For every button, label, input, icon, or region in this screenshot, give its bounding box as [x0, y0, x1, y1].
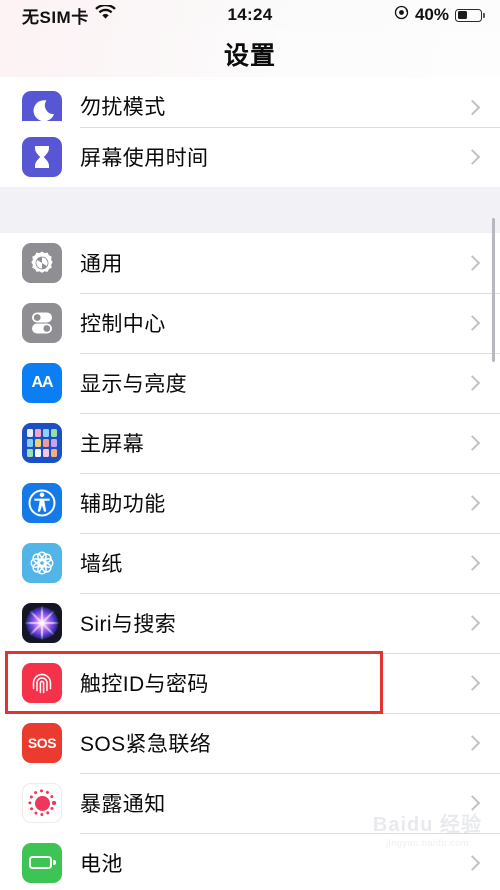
settings-row-home-screen[interactable]: 主屏幕	[0, 413, 500, 473]
settings-row-touch-id-passcode[interactable]: 触控ID与密码	[0, 653, 500, 713]
chevron-right-icon	[464, 675, 481, 691]
settings-row-label: 暴露通知	[80, 793, 166, 816]
vertical-scrollbar[interactable]	[491, 218, 495, 362]
settings-row-label: 通用	[80, 253, 123, 276]
settings-group-1: 勿扰模式 屏幕使用时间	[0, 77, 500, 187]
moon-icon	[22, 91, 62, 121]
chevron-right-icon	[464, 435, 481, 451]
settings-row-label: 控制中心	[80, 313, 166, 336]
battery-icon	[22, 843, 62, 883]
settings-row-do-not-disturb[interactable]: 勿扰模式	[0, 77, 500, 127]
chevron-right-icon	[464, 555, 481, 571]
flower-icon	[22, 543, 62, 583]
settings-group-divider	[0, 187, 500, 233]
iphone-settings-screen: 无SIM卡 14:24 40% 设置 勿扰模式 屏幕使用时间 通用 控制中心 A…	[0, 0, 500, 890]
rotation-lock-icon	[394, 5, 409, 25]
status-bar: 无SIM卡 14:24 40%	[0, 0, 500, 30]
siri-orb-icon	[22, 603, 62, 643]
aa-icon-label: AA	[31, 374, 53, 391]
sos-icon-label: SOS	[27, 735, 57, 751]
chevron-right-icon	[464, 855, 481, 871]
settings-row-exposure-notifications[interactable]: 暴露通知	[0, 773, 500, 833]
settings-row-label: 墙纸	[80, 553, 123, 576]
settings-row-display-brightness[interactable]: AA 显示与亮度	[0, 353, 500, 413]
settings-row-label: 主屏幕	[80, 433, 145, 456]
settings-row-label: 显示与亮度	[80, 373, 187, 396]
settings-row-wallpaper[interactable]: 墙纸	[0, 533, 500, 593]
battery-icon	[455, 8, 485, 22]
hourglass-icon	[22, 137, 62, 177]
aa-text-icon: AA	[22, 363, 62, 403]
chevron-right-icon	[464, 735, 481, 751]
settings-scroll-area[interactable]: 勿扰模式 屏幕使用时间 通用 控制中心 AA 显示与亮度 主屏幕 辅助功能 墙纸…	[0, 77, 500, 890]
settings-row-siri-search[interactable]: Siri与搜索	[0, 593, 500, 653]
clock-label: 14:24	[227, 5, 273, 24]
battery-percent-label: 40%	[414, 5, 449, 24]
settings-row-label: SOS紧急联络	[80, 733, 212, 756]
page-title: 设置	[223, 41, 276, 70]
chevron-right-icon	[464, 375, 481, 391]
chevron-right-icon	[464, 99, 481, 116]
settings-row-accessibility[interactable]: 辅助功能	[0, 473, 500, 533]
settings-group-2: 通用 控制中心 AA 显示与亮度 主屏幕 辅助功能 墙纸 Siri与搜索 触控I…	[0, 233, 500, 890]
fingerprint-icon	[22, 663, 62, 703]
settings-row-label: 电池	[80, 853, 123, 876]
app-grid-icon	[22, 423, 62, 463]
settings-row-screen-time[interactable]: 屏幕使用时间	[0, 127, 500, 187]
settings-row-battery[interactable]: 电池	[0, 833, 500, 890]
settings-row-label: 屏幕使用时间	[80, 147, 209, 170]
chevron-right-icon	[464, 495, 481, 511]
accessibility-icon	[22, 483, 62, 523]
status-bar-right: 40%	[394, 0, 485, 30]
gear-icon	[22, 243, 62, 283]
settings-row-general[interactable]: 通用	[0, 233, 500, 293]
settings-row-control-center[interactable]: 控制中心	[0, 293, 500, 353]
settings-row-label: Siri与搜索	[80, 613, 177, 636]
chevron-right-icon	[464, 795, 481, 811]
settings-row-label: 触控ID与密码	[80, 673, 209, 696]
toggles-icon	[22, 303, 62, 343]
sos-icon: SOS	[22, 723, 62, 763]
chevron-right-icon	[464, 255, 481, 271]
navigation-bar: 设置	[0, 30, 500, 77]
settings-row-emergency-sos[interactable]: SOS SOS紧急联络	[0, 713, 500, 773]
chevron-right-icon	[464, 615, 481, 631]
chevron-right-icon	[464, 149, 481, 165]
chevron-right-icon	[464, 315, 481, 331]
settings-row-label: 辅助功能	[80, 493, 166, 516]
exposure-notification-icon	[22, 783, 62, 823]
settings-row-label: 勿扰模式	[80, 96, 166, 119]
